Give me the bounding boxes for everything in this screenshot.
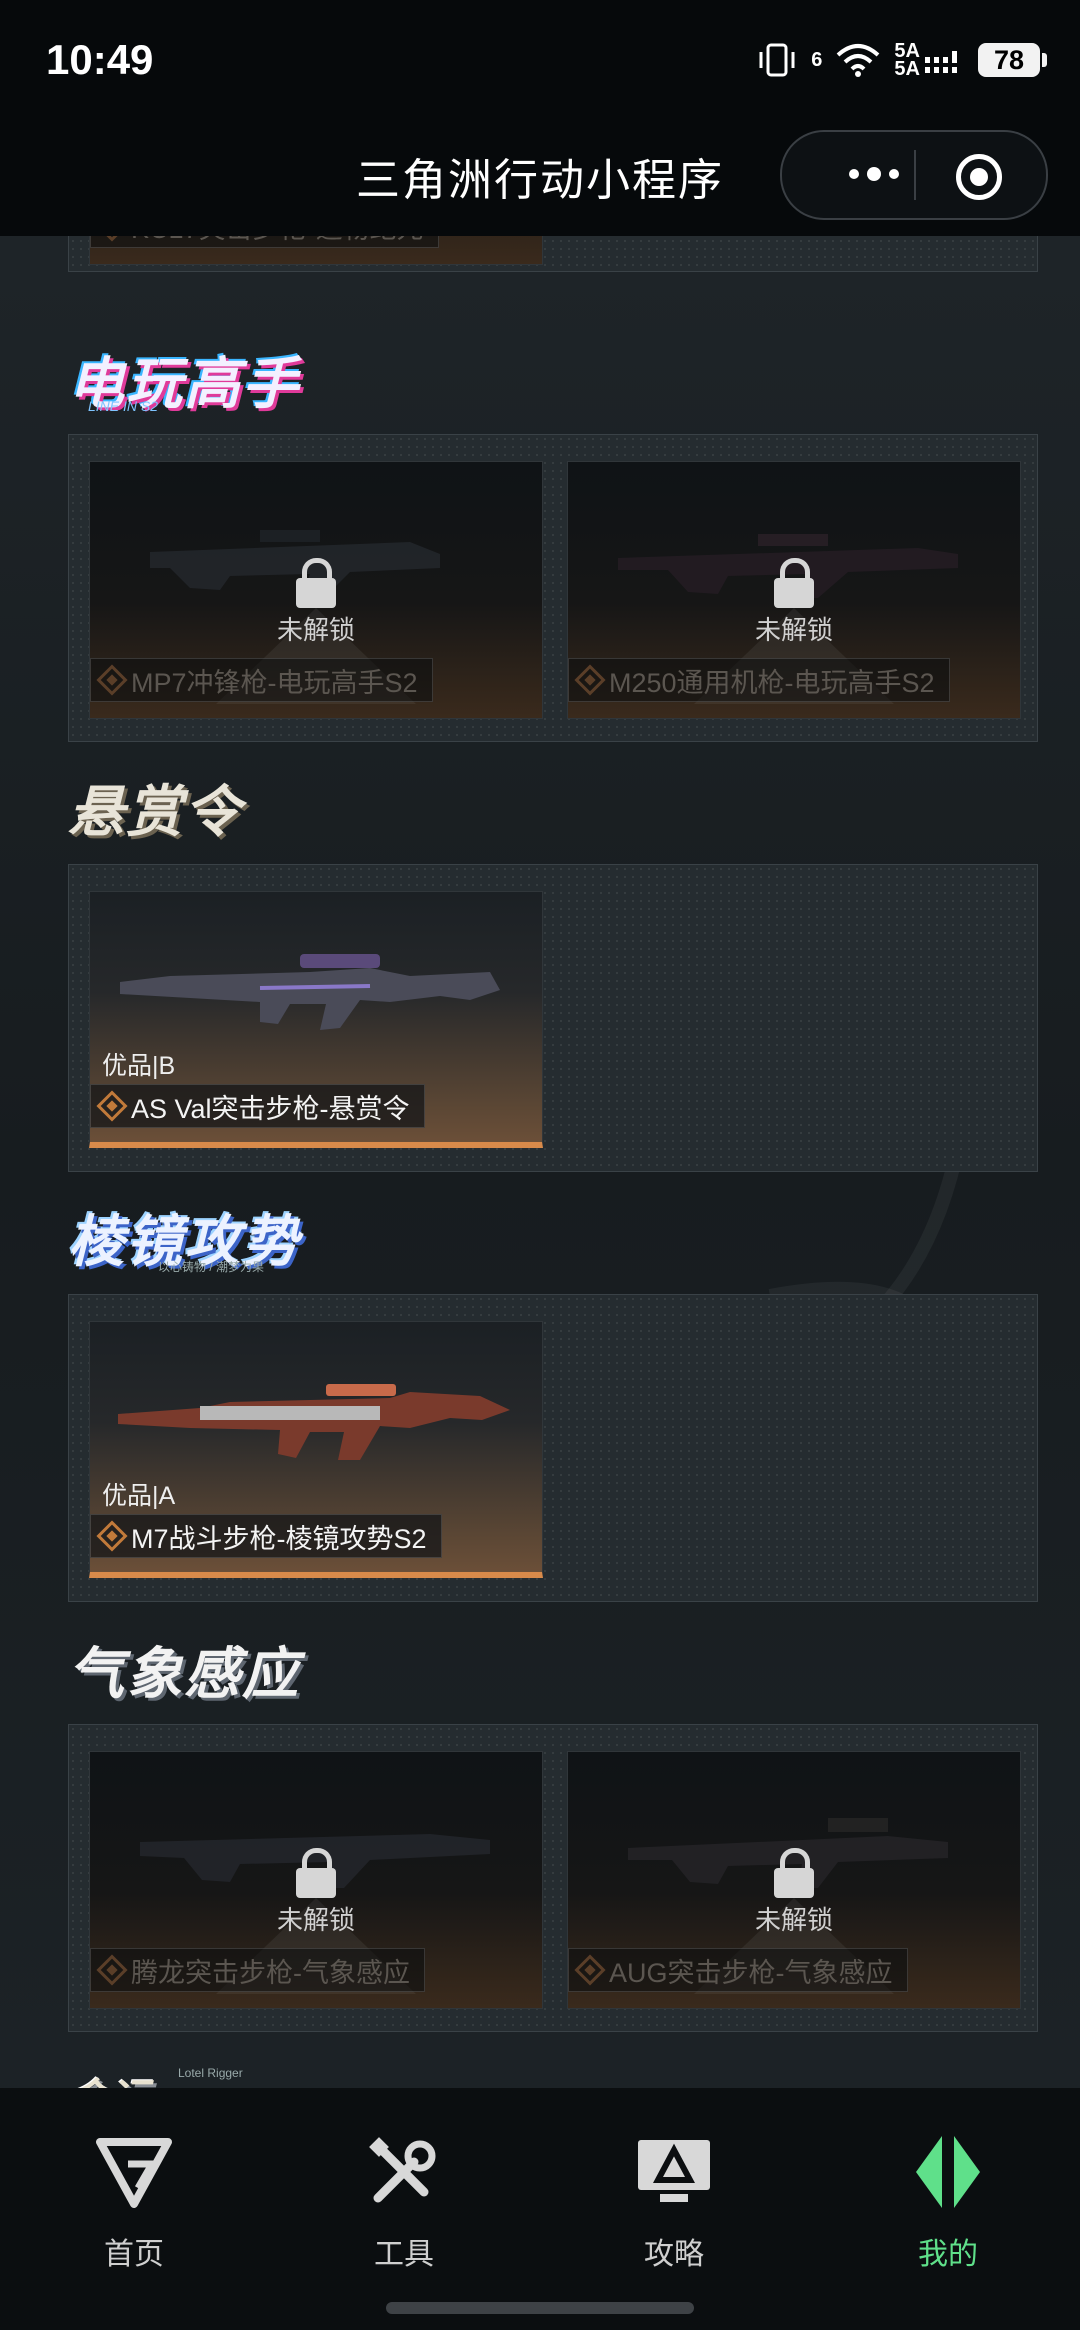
sim2-label: 5A: [894, 58, 920, 80]
weapon-card[interactable]: 未解锁 M250通用机枪-电玩高手S2: [567, 461, 1021, 719]
weapon-name: M250通用机枪-电玩高手S2: [609, 667, 935, 698]
weapon-name-tag: KC17突击步枪-造物纪元: [90, 236, 439, 248]
lock-icon: [292, 1848, 340, 1898]
quality-label: 优品|A: [102, 1482, 176, 1510]
weapon-name: AS Val突击步枪-悬赏令: [131, 1093, 410, 1124]
signal-bars-icon: [925, 51, 957, 73]
lock-label: 未解锁: [754, 1905, 833, 1935]
nav-bar: 三角洲行动小程序: [0, 120, 1080, 236]
diamond-icon: [96, 1954, 128, 1986]
more-dots-icon[interactable]: [824, 150, 924, 198]
status-bar: 10:49 6 5A 5A 78: [0, 0, 1080, 120]
weapon-name-tag: M250通用机枪-电玩高手S2: [568, 658, 950, 702]
banner-subtitle: 以心铸物 / 潮梦为果: [158, 1260, 265, 1274]
tab-label: 工具: [374, 2238, 434, 2271]
section-banner-electronic: 电玩高手 LINE IN S2: [68, 342, 300, 416]
diamond-icon: [96, 236, 128, 242]
diamond-icon: [96, 664, 128, 696]
status-icons: 6 5A 5A 78: [757, 41, 1047, 80]
lock-label: 未解锁: [276, 615, 355, 645]
mini-program-capsule: [780, 130, 1048, 220]
status-time: 10:49: [46, 36, 154, 83]
cellular-signal: 5A 5A: [894, 41, 964, 80]
banner-title: 悬赏令: [68, 779, 242, 843]
weapon-name-tag: 腾龙突击步枪-气象感应: [90, 1948, 425, 1992]
weapon-name: 腾龙突击步枪-气象感应: [131, 1957, 410, 1988]
weapon-card[interactable]: 未解锁 AUG突击步枪-气象感应: [567, 1751, 1021, 2009]
section-banner-prism: 棱镜攻势 以心铸物 / 潮梦为果: [68, 1200, 300, 1275]
tab-home[interactable]: 首页: [34, 2132, 234, 2273]
weapon-name: KC17突击步枪-造物纪元: [131, 236, 424, 246]
section-panel-electronic: 未解锁 MP7冲锋枪-电玩高手S2 未解锁 M250通用机枪-电玩高手S2: [68, 434, 1038, 742]
section-panel-bounty: 优品|B AS Val突击步枪-悬赏令: [68, 864, 1038, 1172]
weapon-name-tag: AS Val突击步枪-悬赏令: [90, 1084, 425, 1128]
tools-icon: [369, 2137, 436, 2203]
diamond-icon: [96, 1090, 128, 1122]
weapon-name: M7战斗步枪-棱镜攻势S2: [131, 1523, 427, 1554]
weapon-name-tag: M7战斗步枪-棱镜攻势S2: [90, 1514, 442, 1558]
tab-label: 首页: [104, 2238, 164, 2271]
weapon-card[interactable]: 优品|B AS Val突击步枪-悬赏令: [89, 891, 543, 1148]
close-target-icon[interactable]: [956, 154, 1002, 200]
quality-label: 优品|B: [102, 1052, 176, 1080]
lock-icon: [770, 558, 818, 608]
vibrate-icon: [759, 43, 795, 77]
banner-subtitle: LINE IN S2: [88, 398, 159, 414]
banner-subtitle: Lotel Rigger: [178, 2066, 243, 2080]
battery-indicator: 78: [978, 43, 1047, 77]
tab-label: 攻略: [644, 2238, 704, 2271]
collection-list[interactable]: KC17突击步枪-造物纪元 电玩高手 LINE IN S2 未解锁 MP7冲锋枪…: [0, 236, 1080, 2088]
banner-title: 气象感应: [68, 1641, 300, 1705]
weapon-name-tag: MP7冲锋枪-电玩高手S2: [90, 658, 433, 702]
section-panel-weather: 未解锁 腾龙突击步枪-气象感应 未解锁 AUG突击步枪-气象感应: [68, 1724, 1038, 2032]
home-logo-icon: [96, 2138, 172, 2208]
capsule-divider: [914, 150, 916, 200]
bottom-tab-bar: 首页 工具 攻略 我的: [0, 2088, 1080, 2330]
lock-label: 未解锁: [754, 615, 833, 645]
section-banner-bounty: 悬赏令: [68, 770, 242, 844]
diamond-icon: [574, 664, 606, 696]
weapon-name: MP7冲锋枪-电玩高手S2: [131, 667, 418, 698]
lock-icon: [770, 1848, 818, 1898]
weapon-image: [120, 954, 500, 1030]
weapon-name: AUG突击步枪-气象感应: [609, 1957, 893, 1988]
tab-profile[interactable]: 我的: [848, 2132, 1048, 2273]
weapon-name-tag: AUG突击步枪-气象感应: [568, 1948, 908, 1992]
tab-tools[interactable]: 工具: [304, 2132, 504, 2273]
profile-logo-icon: [916, 2136, 980, 2208]
tab-guide[interactable]: 攻略: [574, 2132, 774, 2273]
weapon-card[interactable]: KC17突击步枪-造物纪元: [89, 236, 543, 265]
section-panel-kc17: KC17突击步枪-造物纪元: [68, 236, 1038, 272]
section-panel-prism: 优品|A M7战斗步枪-棱镜攻势S2: [68, 1294, 1038, 1602]
wifi-generation: 6: [811, 49, 823, 71]
banner-title: 金运: [68, 2066, 152, 2088]
section-banner-gold: 金运 Lotel Rigger: [68, 2058, 243, 2088]
section-banner-weather: 气象感应: [68, 1632, 300, 1706]
tab-label: 我的: [918, 2238, 978, 2271]
diamond-icon: [96, 1520, 128, 1552]
weapon-card[interactable]: 优品|A M7战斗步枪-棱镜攻势S2: [89, 1321, 543, 1578]
weapon-image: [118, 1384, 510, 1460]
wifi-icon: [837, 44, 880, 77]
diamond-icon: [574, 1954, 606, 1986]
guide-monitor-icon: [638, 2140, 710, 2202]
weapon-card[interactable]: 未解锁 腾龙突击步枪-气象感应: [89, 1751, 543, 2009]
lock-label: 未解锁: [276, 1905, 355, 1935]
lock-icon: [292, 558, 340, 608]
weapon-card[interactable]: 未解锁 MP7冲锋枪-电玩高手S2: [89, 461, 543, 719]
home-indicator[interactable]: [386, 2302, 694, 2314]
